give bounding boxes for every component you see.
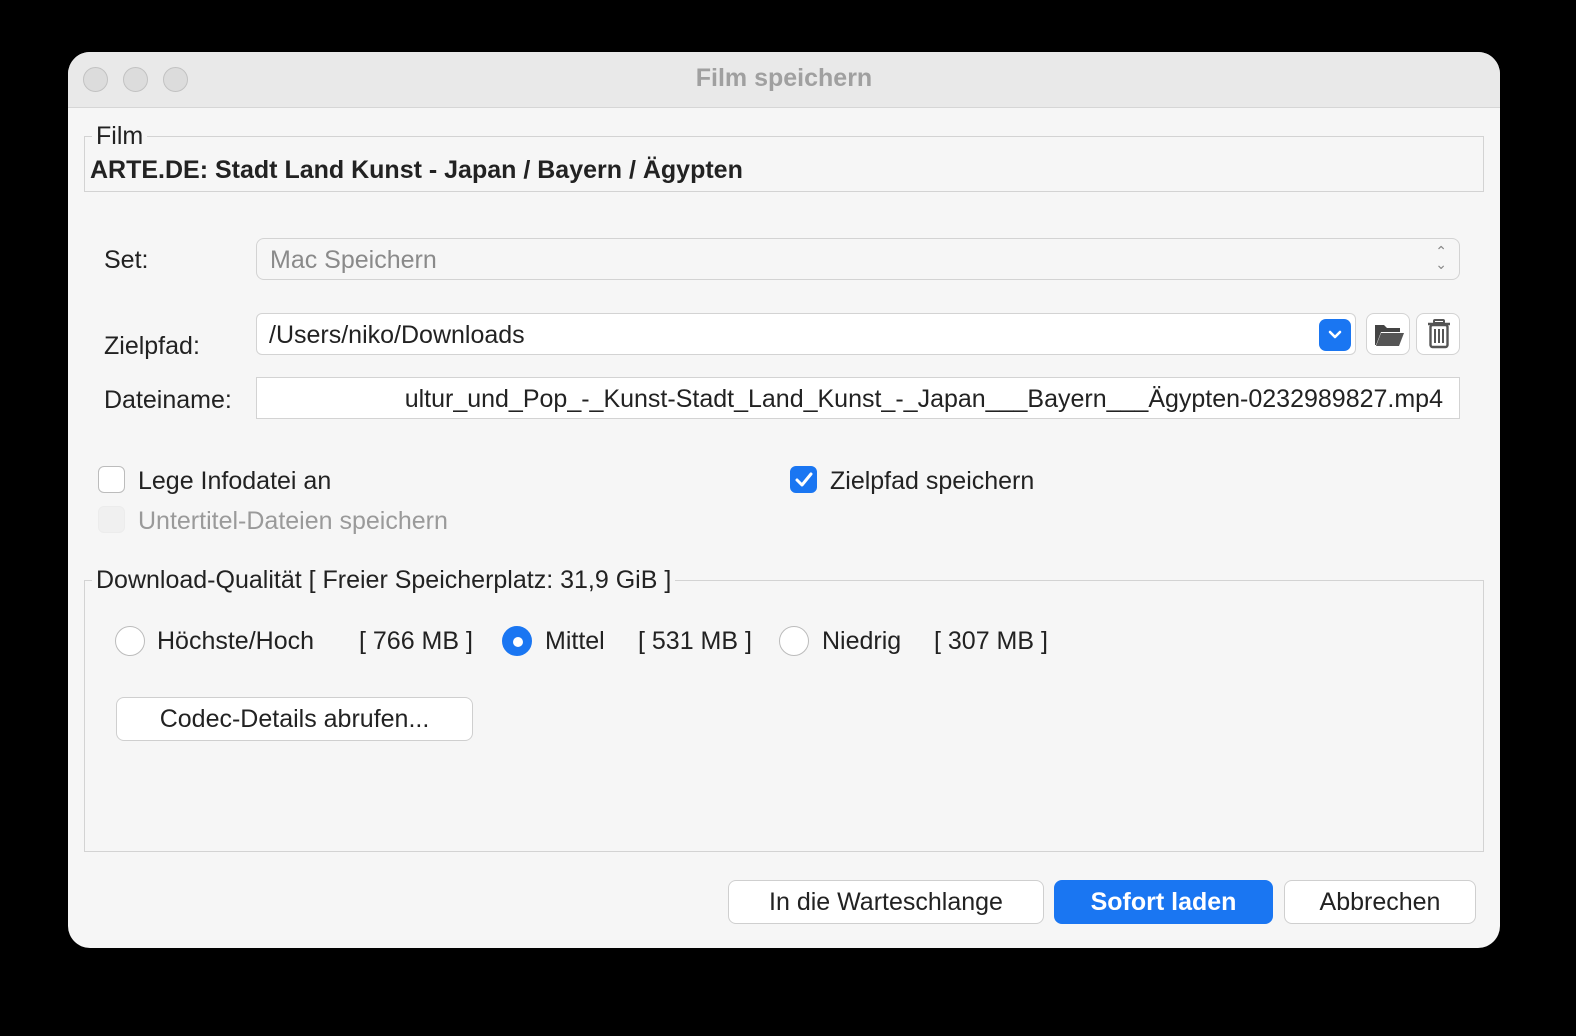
quality-legend: Download-Qualität [ Freier Speicherplatz… [92,566,676,595]
set-label: Set: [104,246,149,274]
delete-path-button[interactable] [1416,313,1460,355]
infodatei-checkbox[interactable] [98,466,125,493]
quality-size-niedrig: [ 307 MB ] [934,627,1048,655]
dateiname-input[interactable]: ultur_und_Pop_-_Kunst-Stadt_Land_Kunst_-… [256,377,1460,419]
zielpfad-combobox[interactable]: /Users/niko/Downloads [256,313,1356,355]
codec-details-button[interactable]: Codec-Details abrufen... [116,697,473,741]
dateiname-label: Dateiname: [104,386,232,414]
zielpfad-value: /Users/niko/Downloads [269,321,525,349]
add-to-queue-button[interactable]: In die Warteschlange [728,880,1044,924]
quality-radio-hoch[interactable] [115,626,145,656]
quality-label-niedrig: Niedrig [822,627,902,655]
checkmark-icon [795,472,813,487]
download-now-button[interactable]: Sofort laden [1054,880,1273,924]
film-title: ARTE.DE: Stadt Land Kunst - Japan / Baye… [90,156,743,184]
cancel-button[interactable]: Abbrechen [1284,880,1476,924]
titlebar[interactable]: Film speichern [68,52,1500,108]
updown-chevron-icon: ⌃ ⌄ [1435,243,1447,272]
set-select-value: Mac Speichern [270,246,437,274]
zielpfad-speichern-checkbox[interactable] [790,466,817,493]
quality-size-hoch: [ 766 MB ] [359,627,473,655]
window-title: Film speichern [695,64,873,92]
quality-size-mittel: [ 531 MB ] [638,627,752,655]
untertitel-checkbox [98,506,125,533]
save-film-dialog: Film speichern Film ARTE.DE: Stadt Land … [68,52,1500,948]
untertitel-label: Untertitel-Dateien speichern [138,507,448,535]
chevron-down-icon[interactable] [1319,319,1351,351]
zielpfad-label: Zielpfad: [104,332,200,360]
choose-folder-button[interactable] [1366,313,1410,355]
quality-radio-mittel[interactable] [502,626,532,656]
infodatei-label: Lege Infodatei an [138,467,332,495]
film-legend: Film [92,122,148,151]
dateiname-value: ultur_und_Pop_-_Kunst-Stadt_Land_Kunst_-… [404,385,1443,413]
zielpfad-speichern-label: Zielpfad speichern [830,467,1035,495]
quality-radio-niedrig[interactable] [779,626,809,656]
quality-label-hoch: Höchste/Hoch [157,627,315,655]
quality-label-mittel: Mittel [545,627,605,655]
set-select[interactable]: Mac Speichern ⌃ ⌄ [256,238,1460,280]
